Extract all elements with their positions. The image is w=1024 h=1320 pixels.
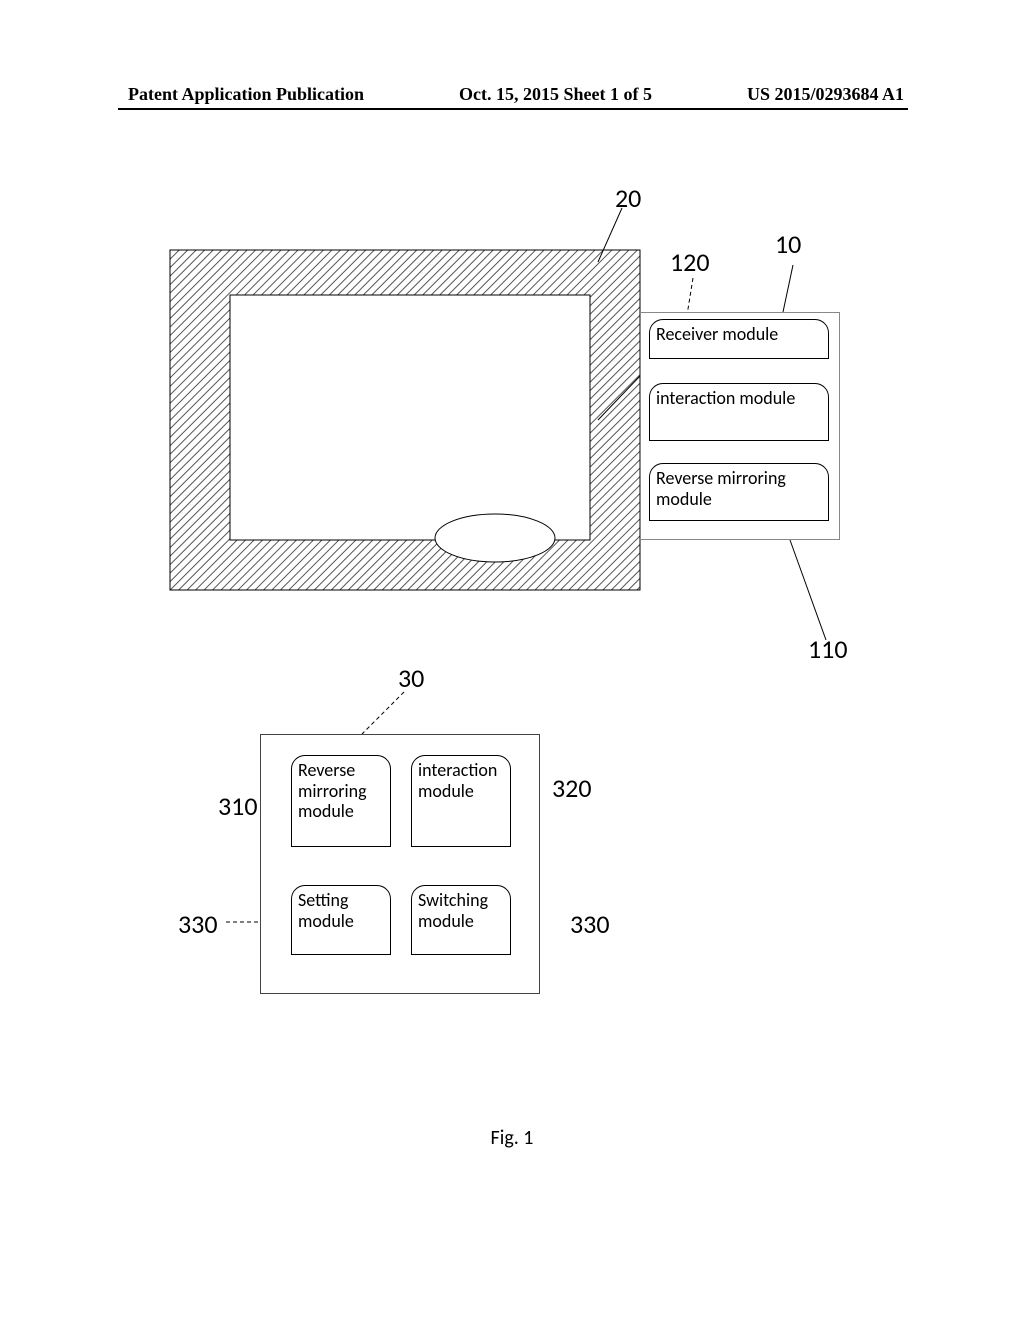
module-switching: Switching module <box>411 885 511 955</box>
figure-label: Fig. 1 <box>0 1126 1024 1150</box>
module-reverse-tv-label: Reverse mirroring module <box>656 468 822 509</box>
module-switching-label: Switching module <box>418 890 504 931</box>
module-interaction-device-label: interaction module <box>418 760 504 801</box>
header-right: US 2015/0293684 A1 <box>747 84 904 105</box>
header-left: Patent Application Publication <box>128 84 364 105</box>
figure-canvas: 20 10 120 110 Receiver module interactio… <box>0 140 1024 1180</box>
module-reverse-device-label: Reverse mirroring module <box>298 760 384 822</box>
module-reverse-tv: Reverse mirroring module <box>649 463 829 521</box>
module-interaction-tv-label: interaction module <box>656 388 822 409</box>
module-setting-label: Setting module <box>298 890 384 931</box>
ref-20: 20 <box>615 182 641 214</box>
box-10: Receiver module interaction module Rever… <box>640 312 840 540</box>
module-setting: Setting module <box>291 885 391 955</box>
header-rule <box>118 108 908 110</box>
page-header: Patent Application Publication Oct. 15, … <box>0 84 1024 105</box>
ref-10: 10 <box>775 228 801 260</box>
ref-310: 310 <box>218 790 258 822</box>
module-receiver-label: Receiver module <box>656 324 822 345</box>
box-30: Reverse mirroring module interaction mod… <box>260 734 540 994</box>
module-interaction-device: interaction module <box>411 755 511 847</box>
ref-330-right: 330 <box>570 908 610 940</box>
ref-30: 30 <box>398 662 424 694</box>
header-center: Oct. 15, 2015 Sheet 1 of 5 <box>459 84 652 105</box>
ref-330-left: 330 <box>178 908 218 940</box>
ref-320: 320 <box>552 772 592 804</box>
ref-120: 120 <box>670 246 710 278</box>
module-reverse-device: Reverse mirroring module <box>291 755 391 847</box>
diagram-svg <box>0 140 1024 1180</box>
ref-110: 110 <box>808 633 848 665</box>
module-receiver: Receiver module <box>649 319 829 359</box>
module-interaction-tv: interaction module <box>649 383 829 441</box>
